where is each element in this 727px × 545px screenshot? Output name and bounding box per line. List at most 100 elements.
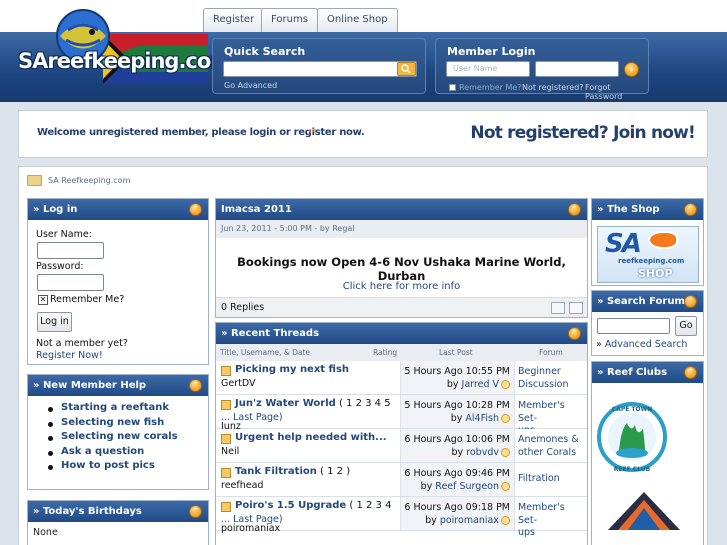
thread-title-link[interactable]: Poiro's 1.5 Upgrade: [235, 500, 346, 511]
col-rating[interactable]: Rating: [373, 344, 397, 361]
breadcrumb-link[interactable]: SA Reefkeeping.com: [48, 176, 130, 185]
thread-title-line: Jun'z Water World ( 1 2 3 4 5: [235, 398, 391, 409]
forgot-password-link[interactable]: Forgot Password: [585, 83, 648, 101]
help-link-selecting-corals[interactable]: Selecting new corals: [48, 431, 178, 446]
threads-panel-title: » Recent Threads: [221, 328, 320, 339]
thread-row: Urgent help needed with... Neil 6 Hours …: [216, 429, 587, 463]
header-username-input[interactable]: User Name: [446, 61, 530, 77]
help-link-selecting-fish[interactable]: Selecting new fish: [48, 417, 178, 432]
go-to-last-post-icon[interactable]: [501, 482, 510, 491]
join-now-link[interactable]: Not registered? Join now!: [470, 123, 695, 143]
news-panel-header: Imacsa 2011 ^: [216, 199, 587, 220]
thread-author: poiromaniax: [221, 523, 281, 534]
send-to-friend-icon[interactable]: [551, 302, 565, 314]
header-password-input[interactable]: [535, 61, 619, 77]
login-button[interactable]: Log in: [37, 312, 72, 332]
new-member-help-panel: » New Member Help ^ Starting a reeftank S…: [27, 374, 209, 490]
quick-search-input[interactable]: [223, 61, 417, 77]
thread-row: Picking my next fish GertDV 5 Hours Ago …: [216, 361, 587, 395]
last-poster-link[interactable]: poiromaniax: [440, 515, 499, 526]
forum-search-input[interactable]: [597, 318, 670, 334]
quick-search-box: Quick Search Go Advanced: [212, 38, 426, 94]
help-link-ask-question[interactable]: Ask a question: [48, 446, 178, 461]
register-now-link[interactable]: Register Now!: [36, 350, 103, 361]
thread-pages[interactable]: ( 1 2 3 4 5: [336, 398, 391, 409]
col-last-post[interactable]: Last Post: [439, 344, 473, 361]
thread-forum-link[interactable]: Member's Set-ups: [518, 502, 586, 540]
thread-title-link[interactable]: Tank Filtration: [235, 466, 317, 477]
tab-forums[interactable]: Forums: [261, 8, 318, 32]
collapse-icon[interactable]: ^: [568, 203, 581, 216]
collapse-icon[interactable]: ^: [568, 327, 581, 340]
collapse-icon[interactable]: ^: [189, 505, 202, 518]
search-panel-header: » Search Forums ^: [592, 291, 703, 312]
thread-forum-link[interactable]: Beginner Discussion: [518, 366, 569, 391]
thread-last-post-cell: 6 Hours Ago 09:18 PM by poiromaniax: [400, 497, 514, 530]
forum-line: other Corals: [518, 446, 577, 458]
col-forum[interactable]: Forum: [539, 344, 563, 361]
thread-last-post-by: by Al4Fish: [451, 413, 510, 424]
last-poster-link[interactable]: Al4Fish: [465, 413, 499, 424]
last-poster-link[interactable]: Jarred V: [462, 379, 499, 390]
collapse-icon[interactable]: ^: [684, 203, 697, 216]
search-icon[interactable]: [397, 62, 416, 76]
go-to-last-post-icon[interactable]: [501, 414, 510, 423]
cape-town-reef-club-logo[interactable]: CAPE TOWN REEF CLUB: [597, 389, 667, 486]
go-to-last-post-icon[interactable]: [501, 516, 510, 525]
col-title[interactable]: Title, Username, & Date: [220, 344, 310, 361]
not-registered-link[interactable]: Not registered?: [522, 83, 583, 92]
shop-banner[interactable]: SA reefkeeping.com SHOP: [597, 226, 699, 283]
thread-pages[interactable]: ( 1 2 3 4: [346, 500, 391, 511]
password-input[interactable]: [37, 274, 104, 291]
collapse-icon[interactable]: ^: [684, 366, 697, 379]
forum-search-go-button[interactable]: Go: [675, 316, 697, 336]
by-prefix: by: [451, 447, 467, 458]
thread-forum-cell: Member's Set-ups: [514, 497, 586, 538]
login-go-icon[interactable]: ›: [624, 62, 639, 77]
last-poster-link[interactable]: Reef Surgeon: [435, 481, 499, 492]
header-remember-checkbox[interactable]: [449, 84, 456, 91]
clubs-panel-title: » Reef Clubs: [597, 367, 668, 378]
news-more-info-link[interactable]: Click here for more info: [216, 281, 587, 292]
thread-forum-cell: Member's Set-ups: [514, 395, 586, 436]
thread-title-link[interactable]: Picking my next fish: [235, 364, 349, 375]
thread-title-line: Tank Filtration ( 1 2 ): [235, 466, 350, 477]
quick-search-title: Quick Search: [224, 45, 306, 58]
thread-title-cell: Tank Filtration ( 1 2 ) reefhead: [216, 463, 400, 496]
thread-forum-link[interactable]: Anemones & other Corals: [518, 434, 579, 459]
folder-icon: [27, 175, 42, 186]
remember-me-checkbox[interactable]: ✕: [38, 295, 48, 305]
recent-threads-panel: » Recent Threads ^ Title, Username, & Dat…: [215, 322, 588, 545]
logo-text: SAreefkeeping.com: [18, 49, 232, 73]
thread-forum-link[interactable]: Filtration: [518, 473, 560, 486]
thread-last-post-time: 6 Hours Ago 09:18 PM: [404, 502, 510, 513]
thread-last-post-by: by Reef Surgeon: [421, 481, 510, 492]
collapse-icon[interactable]: ^: [189, 379, 202, 392]
username-input[interactable]: [37, 242, 104, 259]
news-replies[interactable]: 0 Replies: [221, 302, 264, 313]
forum-line: Member's Set-: [518, 400, 565, 424]
go-to-last-post-icon[interactable]: [501, 380, 510, 389]
help-link-starting-reeftank[interactable]: Starting a reeftank: [48, 402, 178, 417]
second-club-logo[interactable]: [604, 490, 684, 530]
threads-column-headers: Title, Username, & Date Rating Last Post…: [216, 344, 587, 361]
tab-register[interactable]: Register: [203, 8, 265, 32]
print-icon[interactable]: [569, 302, 583, 314]
remember-me-label: Remember Me?: [50, 294, 125, 305]
go-advanced-link[interactable]: Go Advanced: [224, 81, 277, 90]
help-link-post-pics[interactable]: How to post pics: [48, 460, 178, 475]
main-content: SA Reefkeeping.com » Log in ^ User Name: …: [18, 166, 708, 545]
collapse-icon[interactable]: ^: [189, 203, 202, 216]
advanced-search-link[interactable]: Advanced Search: [605, 339, 688, 350]
tab-online-shop[interactable]: Online Shop: [317, 8, 398, 32]
news-meta: Jun 23, 2011 - 5:00 PM - by Regal: [216, 220, 587, 238]
go-to-last-post-icon[interactable]: [501, 448, 510, 457]
collapse-icon[interactable]: ^: [684, 295, 697, 308]
thread-title-link[interactable]: Urgent help needed with...: [235, 432, 387, 443]
last-poster-link[interactable]: robvdv: [466, 447, 499, 458]
thread-title-link[interactable]: Jun'z Water World: [235, 398, 336, 409]
thread-icon: [221, 400, 231, 410]
shop-banner-sa: SA: [605, 229, 642, 259]
news-title[interactable]: Imacsa 2011: [221, 204, 292, 215]
thread-pages[interactable]: ( 1 2 ): [317, 466, 350, 477]
